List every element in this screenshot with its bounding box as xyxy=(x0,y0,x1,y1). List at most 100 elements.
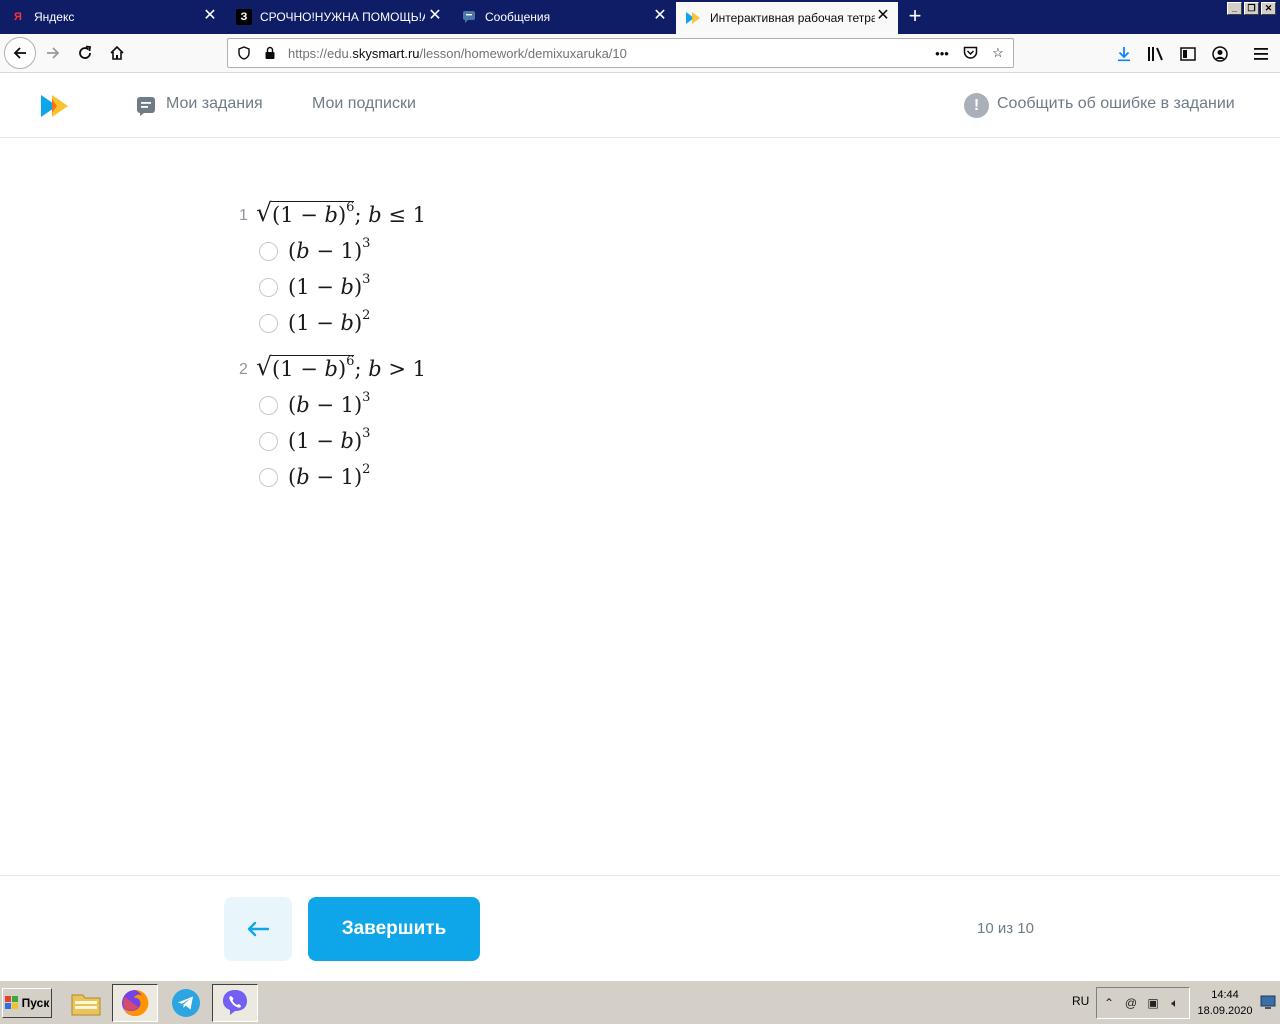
sidebar-icon[interactable] xyxy=(1178,44,1198,64)
condition-relation: ≤ 1 xyxy=(381,203,426,227)
answer-option[interactable]: (b − 1)2 xyxy=(259,463,370,491)
show-desktop-icon[interactable] xyxy=(1260,994,1276,1010)
chat-bubble-icon xyxy=(461,9,477,25)
task-footer: Завершить 10 из 10 xyxy=(0,875,1280,980)
radicand-base: (1 − xyxy=(272,357,325,381)
network-icon[interactable]: ▣ xyxy=(1145,995,1161,1011)
option-rest: ) xyxy=(353,429,363,453)
radicand: (1 − b)6 xyxy=(272,355,355,381)
close-icon[interactable]: ✕ xyxy=(203,8,217,24)
question-expression: √ (1 − b)6; b > 1 xyxy=(256,352,426,381)
start-label: Пуск xyxy=(21,996,50,1010)
radio-button[interactable] xyxy=(259,313,278,333)
close-icon[interactable]: ✕ xyxy=(428,8,442,24)
question-number: 1 xyxy=(239,207,248,224)
system-clock[interactable]: 14:44 18.09.2020 xyxy=(1192,987,1258,1019)
option-rest: ) xyxy=(353,275,363,299)
condition-separator: ; xyxy=(354,357,369,381)
option-exponent: 3 xyxy=(362,236,371,251)
option-expression: (b − 1)3 xyxy=(288,391,370,417)
my-subscriptions-link[interactable]: Мои подписки xyxy=(312,95,416,113)
minimize-icon[interactable]: _ xyxy=(1227,2,1242,15)
option-variable: b xyxy=(296,465,310,489)
exclamation-icon[interactable]: ! xyxy=(964,93,989,118)
browser-navbar: https://edu.skysmart.ru/lesson/homework/… xyxy=(0,34,1280,73)
report-error-link[interactable]: Сообщить об ошибке в задании xyxy=(997,95,1235,113)
back-arrow-icon xyxy=(13,47,26,59)
show-hidden-icons-icon[interactable]: ⌃ xyxy=(1101,995,1117,1011)
close-icon[interactable]: ✕ xyxy=(653,8,667,24)
answer-option[interactable]: (1 − b)3 xyxy=(259,273,370,301)
radicand-close: ) xyxy=(337,203,347,227)
option-expression: (b − 1)2 xyxy=(288,462,371,489)
lock-icon[interactable] xyxy=(262,45,278,61)
question-number: 2 xyxy=(239,361,248,378)
option-exponent: 2 xyxy=(362,462,371,477)
option-rest: − 1) xyxy=(309,393,363,417)
input-language-indicator[interactable]: RU xyxy=(1072,994,1089,1008)
tab-skysmart[interactable]: Интерактивная рабочая тетрад ✕ xyxy=(676,2,898,34)
start-button[interactable]: Пуск xyxy=(2,988,52,1018)
library-icon[interactable] xyxy=(1146,44,1166,64)
answer-option[interactable]: (1 − b)3 xyxy=(259,427,370,455)
pocket-icon[interactable] xyxy=(962,45,978,61)
option-open: (1 − xyxy=(288,429,341,453)
firefox-taskbar-icon[interactable] xyxy=(112,984,158,1022)
reload-button[interactable] xyxy=(69,37,101,69)
address-bar[interactable]: https://edu.skysmart.ru/lesson/homework/… xyxy=(227,38,1014,68)
page-actions-icon[interactable]: ••• xyxy=(934,45,950,61)
forward-button[interactable] xyxy=(37,37,69,69)
tab-znanija[interactable]: З СРОЧНО!НУЖНА ПОМОЩЬ!АЛГ ✕ xyxy=(226,2,450,32)
account-icon[interactable] xyxy=(1210,44,1230,64)
restore-icon[interactable]: ❐ xyxy=(1244,2,1259,15)
option-open: ( xyxy=(288,465,297,489)
znanija-favicon-icon: З xyxy=(236,9,252,25)
downloads-icon[interactable] xyxy=(1114,44,1134,64)
radio-button[interactable] xyxy=(259,467,278,487)
close-icon[interactable]: ✕ xyxy=(876,8,890,24)
mail-agent-icon[interactable]: @ xyxy=(1123,995,1139,1011)
forward-arrow-icon xyxy=(47,47,60,59)
clock-date: 18.09.2020 xyxy=(1197,1005,1253,1017)
volume-icon[interactable]: 🔈︎ xyxy=(1167,995,1183,1011)
radicand-variable: b xyxy=(324,357,338,381)
tracking-shield-icon[interactable] xyxy=(236,45,252,61)
tasks-icon[interactable] xyxy=(135,95,157,117)
radio-button[interactable] xyxy=(259,431,278,451)
new-tab-button[interactable]: + xyxy=(904,5,926,28)
radio-button[interactable] xyxy=(259,395,278,415)
os-taskbar: Пуск RU ⌃ @ ▣ 🔈︎ 14:44 18.09.2020 xyxy=(0,980,1280,1024)
square-root: √ (1 − b)6 xyxy=(256,198,355,227)
viber-taskbar-icon[interactable] xyxy=(212,984,258,1022)
skysmart-logo-icon[interactable] xyxy=(41,94,75,118)
condition-variable: b xyxy=(368,357,382,381)
my-tasks-link[interactable]: Мои задания xyxy=(166,95,263,113)
option-variable: b xyxy=(340,275,354,299)
radio-button[interactable] xyxy=(259,241,278,261)
close-window-icon[interactable]: ✕ xyxy=(1261,2,1276,15)
hamburger-menu-icon[interactable] xyxy=(1251,44,1271,64)
answer-option[interactable]: (b − 1)3 xyxy=(259,391,370,419)
tab-messages[interactable]: Сообщения ✕ xyxy=(451,2,675,32)
option-open: ( xyxy=(288,393,297,417)
radio-button[interactable] xyxy=(259,277,278,297)
file-explorer-taskbar-icon[interactable] xyxy=(63,984,109,1022)
home-button[interactable] xyxy=(101,37,133,69)
finish-button[interactable]: Завершить xyxy=(308,897,480,961)
tab-title: Интерактивная рабочая тетрад xyxy=(710,11,875,25)
radical-sign-icon: √ xyxy=(256,352,272,381)
bookmark-star-icon[interactable]: ☆ xyxy=(990,45,1006,61)
question-expression: √ (1 − b)6; b ≤ 1 xyxy=(256,198,426,227)
telegram-taskbar-icon[interactable] xyxy=(163,984,209,1022)
option-expression: (1 − b)3 xyxy=(288,427,370,453)
tab-title: СРОЧНО!НУЖНА ПОМОЩЬ!АЛГ xyxy=(260,10,425,24)
yandex-favicon-icon: Я xyxy=(14,11,22,23)
answer-option[interactable]: (b − 1)3 xyxy=(259,237,370,265)
tab-yandex[interactable]: Я Яндекс ✕ xyxy=(0,2,225,32)
site-header: Мои задания Мои подписки ! Сообщить об о… xyxy=(0,74,1280,138)
answer-option[interactable]: (1 − b)2 xyxy=(259,309,370,337)
reload-icon xyxy=(79,45,92,59)
back-button[interactable] xyxy=(4,37,36,69)
url-prefix: https://edu. xyxy=(288,45,353,61)
previous-task-button[interactable] xyxy=(224,897,292,961)
